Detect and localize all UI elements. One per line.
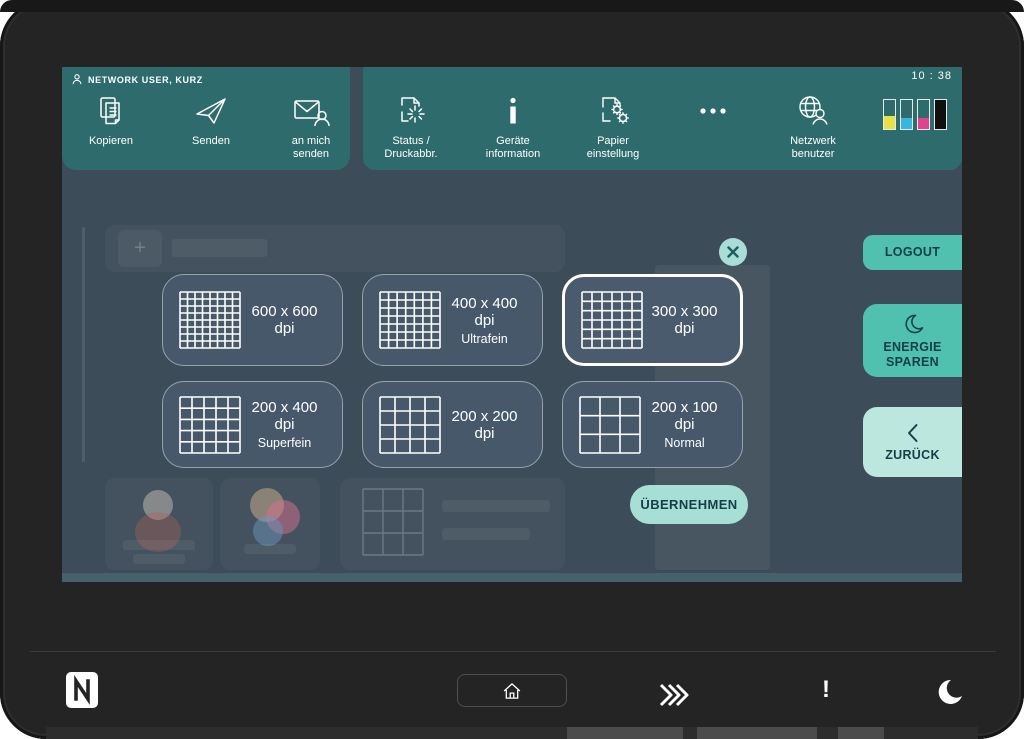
chevron-left-icon xyxy=(907,423,917,442)
option-200x400dpi[interactable]: 200 x 400 dpi Superfein xyxy=(162,381,343,468)
grid-5x5-icon xyxy=(179,395,241,454)
option-sublabel: Ultrafein xyxy=(461,331,508,346)
option-label: 200 x 100 dpi xyxy=(651,399,718,433)
envelope-person-icon xyxy=(263,91,359,131)
option-label: 600 x 600 dpi xyxy=(251,303,318,337)
grid-6x6-icon xyxy=(581,291,643,349)
home-icon xyxy=(503,682,521,699)
toner-black-fill xyxy=(935,100,946,129)
toner-magenta-fill xyxy=(918,117,929,129)
back-button[interactable]: ZURÜCK xyxy=(863,407,962,477)
back-label: ZURÜCK xyxy=(885,447,940,462)
option-600x600dpi[interactable]: 600 x 600 dpi xyxy=(162,274,343,366)
ghost-tile-portrait xyxy=(105,478,213,570)
logout-label: LOGOUT xyxy=(884,245,941,259)
option-300x300dpi[interactable]: 300 x 300 dpi xyxy=(562,274,743,366)
grid-8x8-icon xyxy=(179,291,241,349)
hinge-tab xyxy=(567,727,683,739)
nav-label: Senden xyxy=(192,135,230,147)
globe-person-icon xyxy=(765,91,861,131)
toner-yellow[interactable] xyxy=(883,99,896,130)
ghost-tile-colors xyxy=(220,478,320,570)
x-icon xyxy=(727,246,739,258)
logout-button[interactable]: LOGOUT xyxy=(863,235,962,270)
option-label: 200 x 400 dpi xyxy=(251,399,318,433)
bezel-top-edge xyxy=(0,0,1024,12)
nav-item-papier-einstellung[interactable]: Papier einstellung xyxy=(565,91,661,161)
ellipsis-icon xyxy=(665,91,761,131)
nfc-nmark-icon xyxy=(66,672,98,708)
nav-label: Netzwerk benutzer xyxy=(790,135,836,160)
nav-item-kopieren[interactable]: Kopieren xyxy=(63,91,159,148)
grid-7x7-icon xyxy=(379,291,441,349)
nav-label: Papier einstellung xyxy=(586,135,640,160)
grid-4x4-icon xyxy=(379,395,441,454)
option-400x400dpi[interactable]: 400 x 400 dpi Ultrafein xyxy=(362,274,543,366)
nav-item-netzwerk-benutzer[interactable]: Netzwerk benutzer xyxy=(765,91,861,161)
user-label: NETWORK USER, KURZ xyxy=(88,74,203,85)
nav-item-senden[interactable]: Senden xyxy=(163,91,259,148)
attention-indicator: ! xyxy=(822,676,830,703)
hinge-tab xyxy=(838,727,884,739)
nav-item-mehr[interactable] xyxy=(665,91,761,135)
energy-save-button[interactable]: ENERGIE SPAREN xyxy=(863,304,962,377)
bezel-seam xyxy=(30,651,996,652)
nav-label: an mich senden xyxy=(291,135,331,160)
clock: 10 : 38 xyxy=(911,70,952,82)
toner-black[interactable] xyxy=(934,99,947,130)
nav-item-status-druckabbr[interactable]: Status / Druckabbr. xyxy=(363,91,459,161)
moon-icon xyxy=(938,679,962,704)
info-icon xyxy=(465,91,561,131)
toner-cyan[interactable] xyxy=(900,99,913,130)
interrupt-button[interactable] xyxy=(658,683,690,707)
option-label: 200 x 200 dpi xyxy=(451,407,518,442)
moon-outline-icon xyxy=(904,314,923,333)
toner-cyan-fill xyxy=(901,117,912,129)
option-sublabel: Normal xyxy=(664,436,705,450)
ghost-tile-resolution xyxy=(340,478,565,570)
ghost-bottom-bar xyxy=(62,573,962,582)
option-label: 400 x 400 dpi xyxy=(451,294,518,329)
option-200x100dpi[interactable]: 200 x 100 dpi Normal xyxy=(562,381,743,468)
person-icon xyxy=(71,73,83,86)
option-label: 300 x 300 dpi xyxy=(651,303,718,337)
copy-pages-icon xyxy=(63,91,159,131)
page-gears-icon xyxy=(565,91,661,131)
ghost-plus-icon: + xyxy=(118,230,162,267)
printer-control-panel: NETWORK USER, KURZ 10 : 38 Kopieren Send… xyxy=(0,0,1024,739)
nav-label: Status / Druckabbr. xyxy=(384,135,438,160)
close-button[interactable] xyxy=(719,238,747,266)
logged-in-user: NETWORK USER, KURZ xyxy=(71,73,203,86)
ghost-text-line xyxy=(172,239,267,257)
grid-3x3-icon xyxy=(579,395,641,454)
home-button[interactable] xyxy=(457,674,567,707)
nav-label: Geräte information xyxy=(485,135,541,160)
toner-yellow-fill xyxy=(884,115,895,129)
touchscreen: NETWORK USER, KURZ 10 : 38 Kopieren Send… xyxy=(62,67,962,582)
nav-label: Kopieren xyxy=(88,135,134,147)
energy-save-label: ENERGIE SPAREN xyxy=(883,339,942,369)
paper-plane-icon xyxy=(163,91,259,131)
fast-forward-icon xyxy=(659,683,689,707)
sleep-button[interactable] xyxy=(936,678,964,706)
page-burst-icon xyxy=(363,91,459,131)
hinge-tab xyxy=(697,727,817,739)
ghost-scrollbar xyxy=(82,227,85,462)
option-200x200dpi[interactable]: 200 x 200 dpi xyxy=(362,381,543,468)
toner-magenta[interactable] xyxy=(917,99,930,130)
toner-gauges xyxy=(883,99,947,130)
nav-item-an-mich-senden[interactable]: an mich senden xyxy=(263,91,359,161)
apply-button[interactable]: ÜBERNEHMEN xyxy=(630,485,748,524)
nav-item-geraete-information[interactable]: Geräte information xyxy=(465,91,561,161)
option-sublabel: Superfein xyxy=(257,436,312,450)
